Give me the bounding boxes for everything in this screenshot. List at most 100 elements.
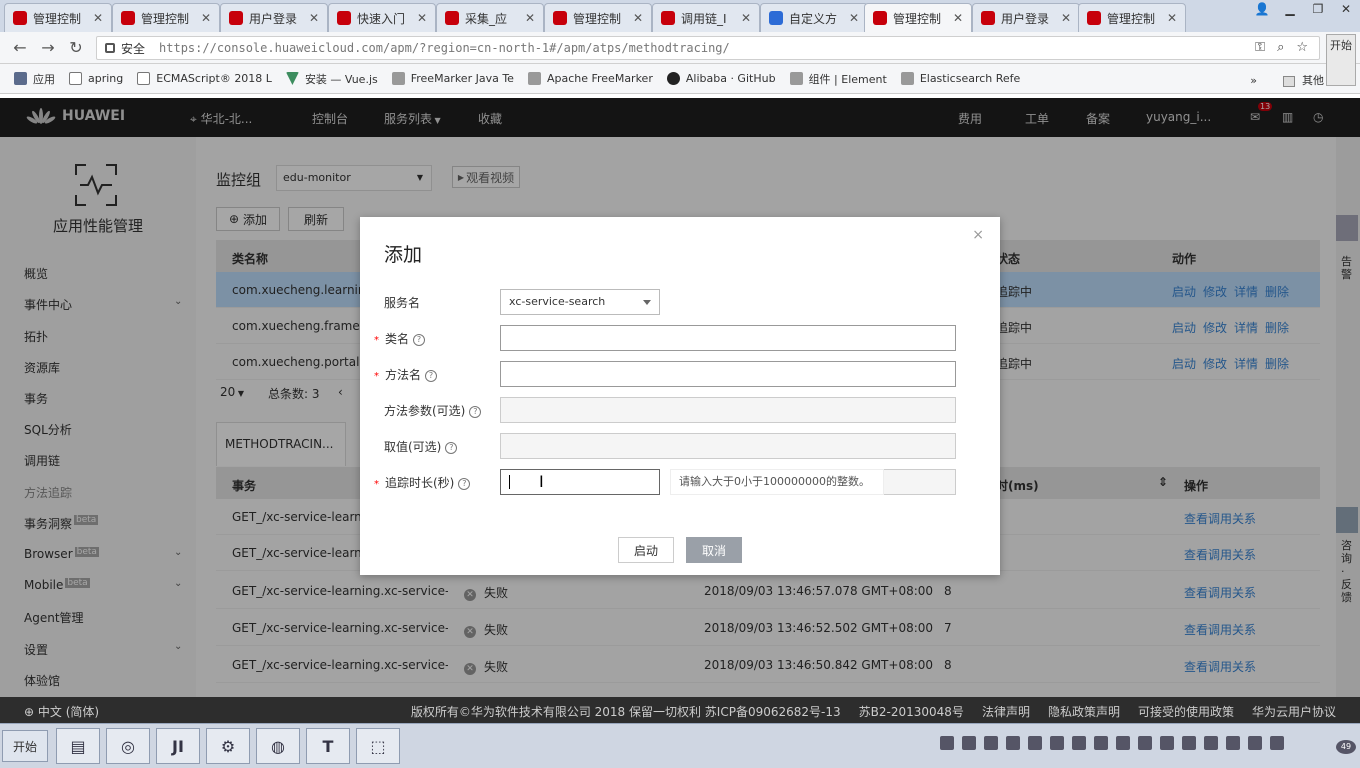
help-icon[interactable]: ? bbox=[445, 441, 458, 454]
bookmark-item[interactable]: 安装 — Vue.js bbox=[285, 71, 378, 87]
volume-icon[interactable] bbox=[1226, 736, 1240, 750]
tray-icon[interactable] bbox=[1028, 736, 1042, 750]
close-icon[interactable]: ✕ bbox=[415, 11, 429, 25]
footer-link[interactable]: 隐私政策声明 bbox=[1048, 703, 1120, 720]
close-icon[interactable]: ✕ bbox=[307, 11, 321, 25]
user-icon[interactable]: 👤 bbox=[1248, 0, 1276, 20]
window-close-icon[interactable]: ✕ bbox=[1332, 0, 1360, 20]
browser-tab[interactable]: 管理控制 ✕ bbox=[544, 3, 652, 32]
extension-button[interactable]: 开始 bbox=[1326, 34, 1356, 86]
tray-icon[interactable] bbox=[1094, 736, 1108, 750]
duration-input[interactable]: I bbox=[500, 469, 660, 495]
text-cursor bbox=[509, 475, 510, 489]
bookmark-item[interactable]: ECMAScript® 2018 L bbox=[137, 72, 272, 85]
mouse-ibeam-icon: I bbox=[539, 472, 544, 491]
browser-tab[interactable]: 管理控制 ✕ bbox=[112, 3, 220, 32]
start-button[interactable]: 启动 bbox=[618, 537, 674, 563]
footer-link[interactable]: 可接受的使用政策 bbox=[1138, 703, 1234, 720]
help-icon[interactable]: ? bbox=[469, 405, 482, 418]
browser-tab[interactable]: 管理控制 ✕ bbox=[4, 3, 112, 32]
help-icon[interactable] bbox=[962, 736, 976, 750]
network-icon[interactable] bbox=[1248, 736, 1262, 750]
tray-icon[interactable] bbox=[1138, 736, 1152, 750]
close-icon[interactable]: ✕ bbox=[739, 11, 753, 25]
add-dialog: 添加 × 服务名 xc-service-search * 类名? * 方法名? 方法… bbox=[360, 217, 1000, 575]
tray-icon[interactable] bbox=[1270, 736, 1284, 750]
tray-icon[interactable] bbox=[1182, 736, 1196, 750]
reload-icon[interactable]: ↻ bbox=[66, 38, 86, 58]
close-icon[interactable]: ✕ bbox=[523, 11, 537, 25]
method-params-input[interactable] bbox=[500, 397, 956, 423]
class-name-input[interactable] bbox=[500, 325, 956, 351]
service-name-select[interactable]: xc-service-search bbox=[500, 289, 660, 315]
browser-tab[interactable]: 用户登录 ✕ bbox=[972, 3, 1080, 32]
zoom-icon[interactable]: ⌕ bbox=[1277, 40, 1284, 55]
typora-icon[interactable]: T bbox=[306, 728, 350, 764]
close-icon[interactable]: ✕ bbox=[847, 11, 861, 25]
tray-icon[interactable] bbox=[1050, 736, 1064, 750]
forward-icon[interactable]: → bbox=[38, 38, 58, 58]
close-icon[interactable]: ✕ bbox=[1059, 11, 1073, 25]
address-bar-row: ← → ↻ 安全 https://console.huaweicloud.com… bbox=[0, 32, 1360, 64]
huawei-favicon-icon bbox=[981, 11, 995, 25]
chrome-icon[interactable]: ◎ bbox=[106, 728, 150, 764]
bookmark-item[interactable]: FreeMarker Java Te bbox=[391, 72, 514, 85]
url-input[interactable]: 安全 https://console.huaweicloud.com/apm/?… bbox=[96, 36, 1320, 60]
bookmark-item[interactable]: 组件 | Element bbox=[789, 71, 887, 87]
modal-backdrop-top bbox=[0, 98, 1360, 137]
cancel-button[interactable]: 取消 bbox=[686, 537, 742, 563]
close-icon[interactable]: ✕ bbox=[199, 11, 213, 25]
footer-link[interactable]: 法律声明 bbox=[982, 703, 1030, 720]
browser-tab[interactable]: 采集_应 ✕ bbox=[436, 3, 544, 32]
caret-down-icon bbox=[643, 300, 651, 305]
file-icon bbox=[69, 72, 82, 85]
bookmark-item[interactable]: 应用 bbox=[14, 71, 55, 87]
explorer-icon[interactable]: ▤ bbox=[56, 728, 100, 764]
browser-tab-active[interactable]: 管理控制 ✕ bbox=[864, 3, 972, 32]
browser-tab[interactable]: 管理控制 ✕ bbox=[1078, 3, 1186, 32]
tray-icon[interactable] bbox=[1072, 736, 1086, 750]
help-icon[interactable]: ? bbox=[413, 333, 426, 346]
github-icon bbox=[666, 72, 680, 85]
key-icon[interactable]: ⚿ bbox=[1255, 40, 1265, 55]
browser-tab[interactable]: 快速入门 ✕ bbox=[328, 3, 436, 32]
element-icon bbox=[789, 72, 803, 85]
close-icon[interactable]: ✕ bbox=[631, 11, 645, 25]
browser-tab[interactable]: 调用链_I ✕ bbox=[652, 3, 760, 32]
tray-icon[interactable] bbox=[1116, 736, 1130, 750]
footer-link[interactable]: 华为云用户协议 bbox=[1252, 703, 1336, 720]
footer-link[interactable]: 苏B2-20130048号 bbox=[859, 703, 964, 720]
back-icon[interactable]: ← bbox=[10, 38, 30, 58]
close-icon[interactable]: ✕ bbox=[951, 11, 965, 25]
bookmark-item[interactable]: Apache FreeMarker bbox=[527, 72, 653, 85]
value-input[interactable] bbox=[500, 433, 956, 459]
browser-tab[interactable]: 自定义方 ✕ bbox=[760, 3, 868, 32]
bluetooth-icon[interactable] bbox=[1160, 736, 1174, 750]
app-icon[interactable]: ⬚ bbox=[356, 728, 400, 764]
app-icon[interactable]: ◍ bbox=[256, 728, 300, 764]
bookmark-item[interactable]: apring bbox=[69, 72, 123, 85]
language-selector[interactable]: ⊕ 中文 (简体) bbox=[24, 703, 99, 720]
huawei-favicon-icon bbox=[661, 11, 675, 25]
app-icon[interactable]: ⚙ bbox=[206, 728, 250, 764]
intellij-icon[interactable]: JI bbox=[156, 728, 200, 764]
huawei-favicon-icon bbox=[229, 11, 243, 25]
help-icon[interactable]: ? bbox=[425, 369, 438, 382]
help-icon[interactable]: ? bbox=[458, 477, 471, 490]
keyboard-icon[interactable] bbox=[940, 736, 954, 750]
minimize-icon[interactable]: ▁ bbox=[1276, 0, 1304, 20]
tray-icon[interactable] bbox=[984, 736, 998, 750]
browser-tab[interactable]: 用户登录 ✕ bbox=[220, 3, 328, 32]
bookmark-item[interactable]: Elasticsearch Refe bbox=[900, 72, 1020, 85]
star-icon[interactable]: ☆ bbox=[1296, 40, 1308, 55]
start-button-os[interactable]: 开始 bbox=[2, 730, 48, 762]
tray-icon[interactable] bbox=[1006, 736, 1020, 750]
method-name-input[interactable] bbox=[500, 361, 956, 387]
bookmarks-overflow[interactable]: » 其他 bbox=[1250, 72, 1324, 88]
close-icon[interactable]: ✕ bbox=[1165, 11, 1179, 25]
close-icon[interactable]: × bbox=[972, 227, 984, 243]
bookmark-item[interactable]: Alibaba · GitHub bbox=[666, 72, 776, 85]
tray-icon[interactable] bbox=[1204, 736, 1218, 750]
restore-icon[interactable]: ❐ bbox=[1304, 0, 1332, 20]
close-icon[interactable]: ✕ bbox=[91, 11, 105, 25]
